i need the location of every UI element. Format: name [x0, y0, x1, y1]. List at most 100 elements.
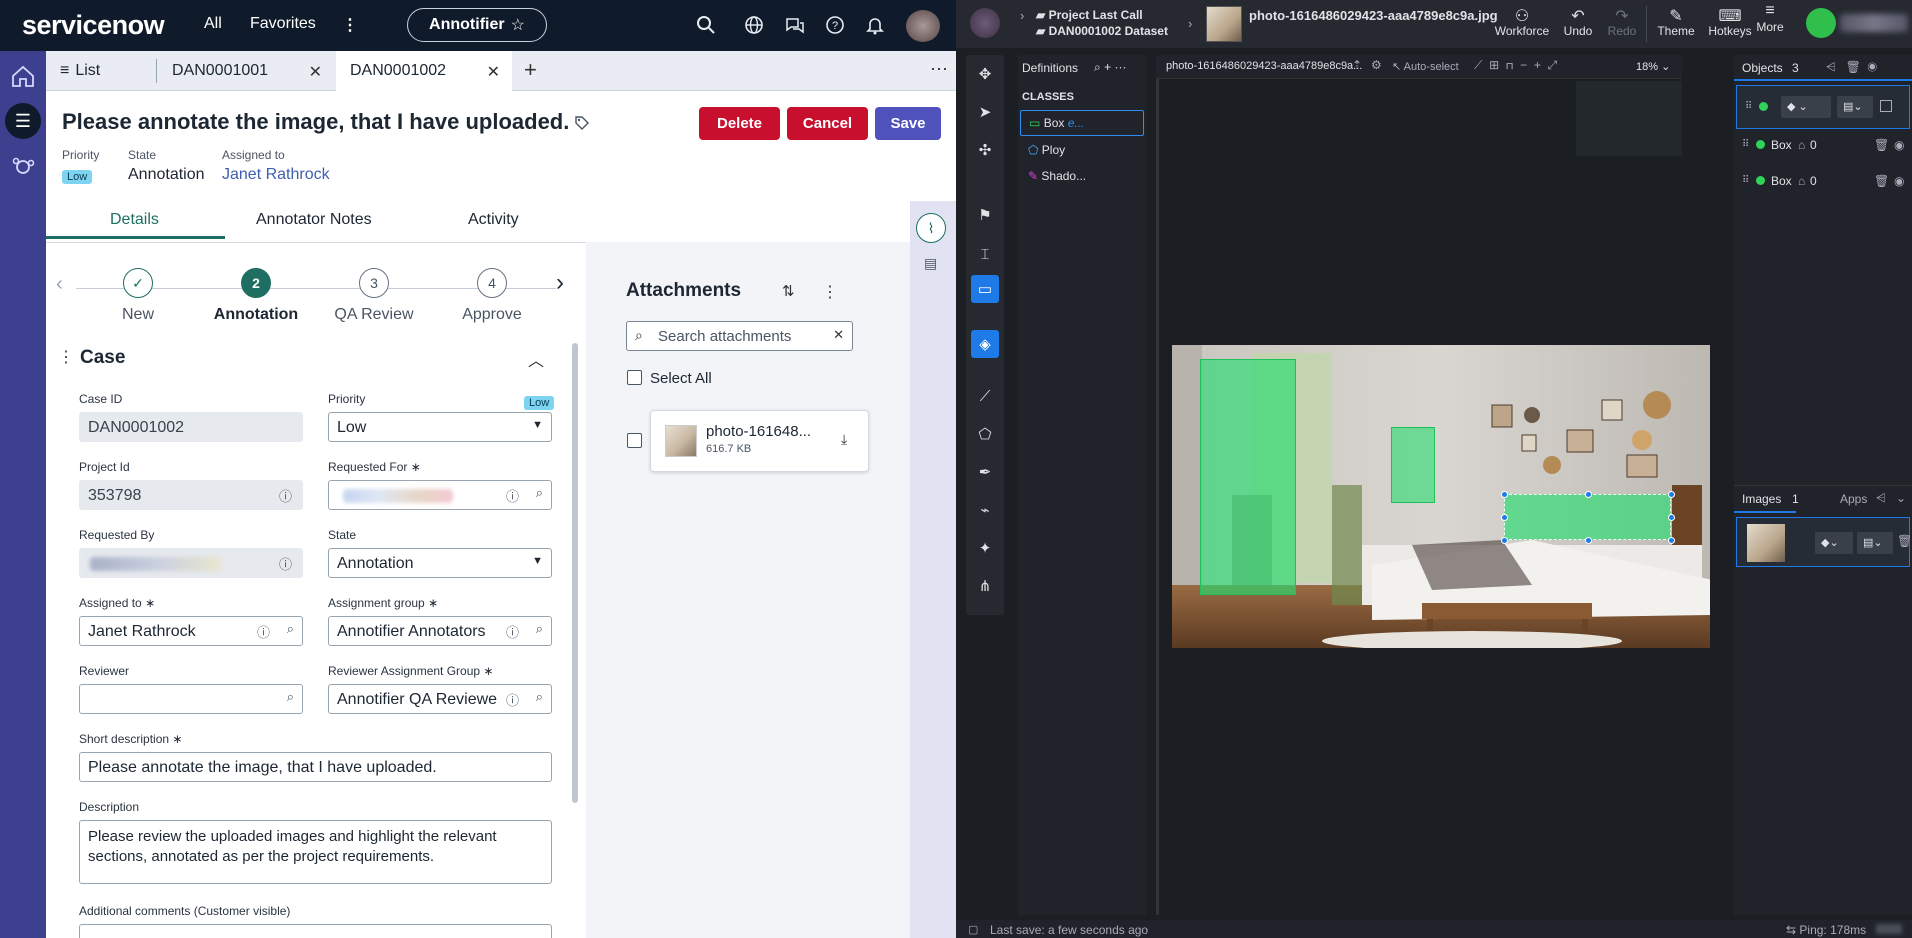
- notifications-icon[interactable]: [865, 15, 885, 35]
- close-icon[interactable]: ✕: [309, 62, 322, 82]
- pen-icon[interactable]: ✒: [971, 458, 999, 486]
- image-list-item[interactable]: ◆⌄ ▤⌄ 🗑: [1736, 517, 1912, 567]
- attachment-card[interactable]: photo-161648... 616.7 KB ⤓: [650, 410, 869, 472]
- user-avatar[interactable]: [1806, 8, 1836, 38]
- fill-tool-icon[interactable]: ◈: [971, 330, 999, 358]
- eye-icon[interactable]: ◉: [1894, 174, 1904, 188]
- add-icon[interactable]: +: [1104, 60, 1111, 74]
- requested-for-field[interactable]: ⓘ ⌕: [328, 480, 552, 510]
- globe-icon[interactable]: [744, 15, 764, 35]
- search-icon[interactable]: ⌕: [535, 621, 543, 637]
- delete-icon[interactable]: 🗑: [1846, 60, 1861, 74]
- apps-tab[interactable]: Apps: [1840, 492, 1867, 506]
- close-icon[interactable]: ✕: [487, 62, 500, 82]
- tag-dropdown[interactable]: ◆ ⌄: [1781, 96, 1831, 118]
- chevron-left-icon[interactable]: ‹: [56, 273, 63, 296]
- tab-dan0001001[interactable]: DAN0001001 ✕: [158, 51, 334, 91]
- zoom-out-icon[interactable]: −: [1520, 58, 1527, 72]
- assigned-to-field[interactable]: Janet Rathrock ⓘ ⌕: [79, 616, 303, 646]
- info-icon[interactable]: ⓘ: [257, 622, 270, 641]
- curtain-annotation-box[interactable]: [1200, 359, 1296, 595]
- attribute-dropdown[interactable]: ▤⌄: [1837, 96, 1873, 118]
- search-icon[interactable]: ⌕: [536, 485, 543, 501]
- ruler-icon[interactable]: ⟋: [1474, 58, 1482, 72]
- class-item-shadow[interactable]: ✎ Shado...: [1028, 169, 1086, 183]
- search-icon[interactable]: [696, 15, 716, 35]
- collapse-icon[interactable]: ︿: [528, 347, 544, 371]
- delete-icon[interactable]: 🗑: [1897, 534, 1912, 548]
- pillows-annotation-box-selected[interactable]: [1501, 491, 1675, 544]
- filter-icon[interactable]: ⩤: [1876, 491, 1886, 506]
- form-scrollbar[interactable]: [572, 343, 578, 803]
- delete-button[interactable]: Delete: [699, 107, 780, 140]
- tab-annotator-notes[interactable]: Annotator Notes: [256, 211, 372, 241]
- zoom-select[interactable]: 18% ⌄: [1636, 60, 1670, 73]
- clear-icon[interactable]: ✕: [833, 327, 844, 343]
- tab-dan0001002[interactable]: DAN0001002 ✕: [336, 51, 512, 91]
- chat-icon[interactable]: ▢: [968, 923, 978, 936]
- chevron-right-icon[interactable]: ›: [556, 269, 564, 297]
- polygon-icon[interactable]: ⬠: [971, 420, 999, 448]
- tab-activity[interactable]: Activity: [468, 211, 519, 241]
- step-annotation[interactable]: 2: [241, 268, 271, 298]
- eye-icon[interactable]: ◉: [1894, 138, 1904, 152]
- class-item-ploy[interactable]: ⬠ Ploy: [1028, 143, 1065, 157]
- tabs-more-icon[interactable]: ⋯: [930, 59, 948, 80]
- resize-handle[interactable]: [1501, 514, 1508, 521]
- assigned-link[interactable]: Janet Rathrock: [222, 166, 330, 184]
- flag-icon[interactable]: ⚑: [971, 201, 999, 229]
- search-attachments-input[interactable]: ⌕ Search attachments ✕: [626, 321, 853, 351]
- search-icon[interactable]: ⌕: [287, 689, 294, 705]
- workspace-icon[interactable]: [9, 153, 37, 181]
- more-icon[interactable]: ⋯: [1114, 60, 1126, 74]
- project-breadcrumb[interactable]: ▰ Project Last Call: [1036, 8, 1143, 22]
- home-icon[interactable]: [9, 62, 37, 90]
- fit-icon[interactable]: ⤢: [1548, 58, 1558, 72]
- skeleton-icon[interactable]: ⋔: [971, 572, 999, 600]
- reviewer-field[interactable]: ⌕: [79, 684, 303, 714]
- step-qa-review[interactable]: 3: [359, 268, 389, 298]
- sort-icon[interactable]: ⇅: [782, 282, 795, 300]
- resize-handle[interactable]: [1668, 514, 1675, 521]
- cancel-button[interactable]: Cancel: [787, 107, 868, 140]
- delete-icon[interactable]: 🗑: [1874, 138, 1889, 152]
- state-select[interactable]: Annotation ▼: [328, 548, 552, 578]
- user-avatar[interactable]: [906, 10, 940, 42]
- search-icon[interactable]: ⌕: [535, 689, 543, 705]
- settings-icon[interactable]: ⚙: [1371, 58, 1382, 72]
- object-row[interactable]: ⠿ Box ⌂ 0 🗑 ◉: [1742, 172, 1910, 192]
- short-description-field[interactable]: Please annotate the image, that I have u…: [79, 752, 552, 782]
- attribute-dropdown[interactable]: ▤⌄: [1857, 532, 1893, 554]
- description-field[interactable]: Please review the uploaded images and hi…: [79, 820, 552, 884]
- chevron-down-icon[interactable]: ⌄: [1896, 491, 1906, 505]
- search-icon[interactable]: ⌕: [1094, 60, 1101, 74]
- help-icon[interactable]: ?: [825, 15, 845, 35]
- selected-object-row[interactable]: ⠿ ◆ ⌄ ▤⌄: [1736, 85, 1910, 129]
- app-scope-pill[interactable]: Annotifier ☆: [407, 8, 547, 42]
- document-icon[interactable]: ▤: [924, 255, 937, 272]
- list-menu-icon[interactable]: ☰: [5, 103, 41, 139]
- info-icon[interactable]: ⓘ: [279, 554, 292, 573]
- rectangle-tool-icon[interactable]: ▭: [971, 275, 999, 303]
- object-row[interactable]: ⠿ Box ⌂ 0 🗑 ◉: [1742, 136, 1910, 156]
- keypoint-icon[interactable]: ⌶: [971, 240, 999, 268]
- polyline-icon[interactable]: ⟋: [971, 382, 999, 410]
- info-icon[interactable]: ⓘ: [279, 486, 292, 505]
- info-icon[interactable]: ⓘ: [505, 622, 519, 641]
- download-icon[interactable]: ⤓: [841, 431, 847, 448]
- annotated-image[interactable]: [1172, 345, 1710, 648]
- servicenow-logo[interactable]: servicenow: [22, 10, 165, 41]
- object-checkbox[interactable]: [1880, 100, 1892, 112]
- eye-icon[interactable]: ◉: [1868, 60, 1878, 74]
- step-approve[interactable]: 4: [477, 268, 507, 298]
- tab-list[interactable]: ≡ List: [46, 51, 146, 91]
- filter-icon[interactable]: ⩤: [1826, 60, 1836, 74]
- nav-all[interactable]: All: [204, 15, 222, 33]
- save-button[interactable]: Save: [875, 107, 941, 140]
- theme-button[interactable]: ✎ Theme: [1646, 6, 1706, 38]
- resize-handle[interactable]: [1668, 537, 1675, 544]
- resize-handle[interactable]: [1668, 491, 1675, 498]
- tag-icon[interactable]: [574, 115, 590, 131]
- brush-icon[interactable]: ⌁: [971, 496, 999, 524]
- add-tab-icon[interactable]: +: [524, 57, 537, 83]
